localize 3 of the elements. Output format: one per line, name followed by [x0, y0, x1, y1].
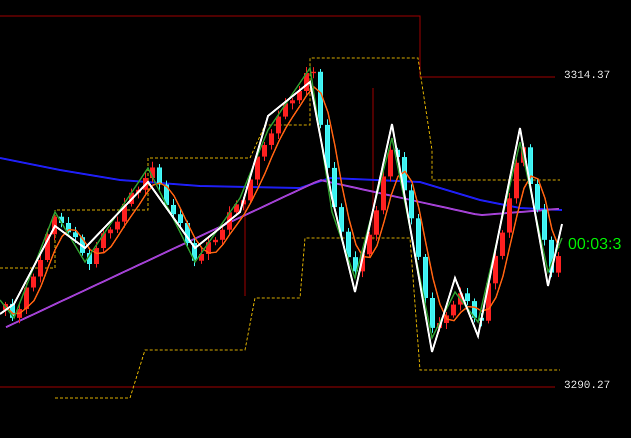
- price-label: 3290.27: [564, 380, 610, 392]
- price-label: 3314.37: [564, 70, 610, 82]
- countdown-timer: 00:03:3: [568, 236, 622, 253]
